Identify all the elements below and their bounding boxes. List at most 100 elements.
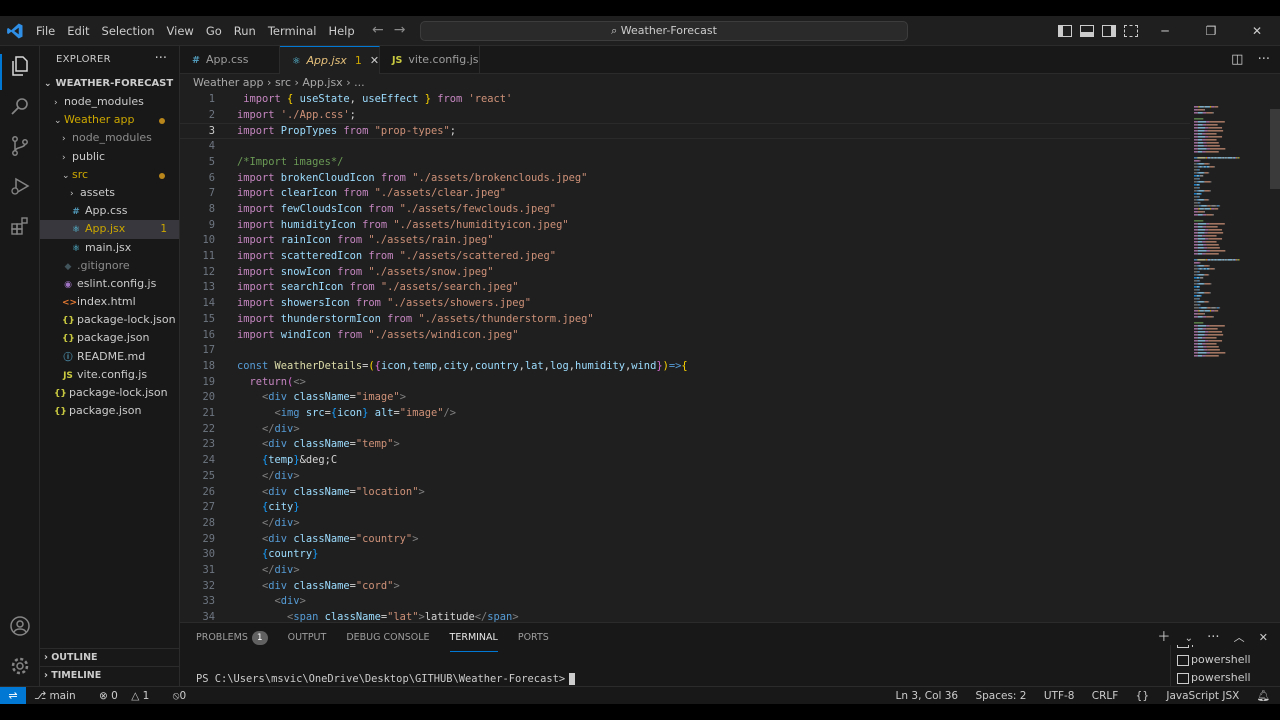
code-line[interactable]: 19 return(<>: [180, 375, 1190, 391]
forward-arrow-icon[interactable]: →: [394, 22, 406, 38]
code-line[interactable]: 9 import humidityIcon from "./assets/humi…: [180, 218, 1190, 234]
code-line[interactable]: 20 <div className="image">: [180, 390, 1190, 406]
workspace-root[interactable]: ⌄ WEATHER-FORECAST: [40, 74, 179, 93]
tree-item[interactable]: ⌄ src: [40, 166, 179, 184]
tab-app-css[interactable]: # App.css: [180, 46, 280, 74]
maximize-panel-icon[interactable]: ︿: [1234, 631, 1245, 644]
menu-item-help[interactable]: Help: [322, 16, 360, 46]
panel-tab-debug-console[interactable]: DEBUG CONSOLE: [346, 623, 429, 653]
cursor-position[interactable]: Ln 3, Col 36: [896, 690, 959, 702]
remote-indicator-icon[interactable]: ⇌: [0, 687, 26, 704]
menu-item-go[interactable]: Go: [200, 16, 228, 46]
minimap[interactable]: [1192, 106, 1270, 366]
tree-item[interactable]: › public: [40, 148, 179, 166]
breadcrumb-item[interactable]: App.jsx: [302, 76, 342, 89]
menu-item-run[interactable]: Run: [228, 16, 262, 46]
minimize-button[interactable]: ─: [1142, 16, 1188, 46]
new-terminal-icon[interactable]: ＋: [1157, 630, 1170, 645]
menu-item-view[interactable]: View: [161, 16, 200, 46]
code-line[interactable]: 23 <div className="temp">: [180, 437, 1190, 453]
tree-item[interactable]: {} package-lock.json: [40, 311, 179, 329]
code-line[interactable]: 33 <div>: [180, 594, 1190, 610]
indentation[interactable]: Spaces: 2: [975, 690, 1026, 702]
code-line[interactable]: 34 <span className="lat">latitude</span>: [180, 610, 1190, 622]
restore-button[interactable]: ❐: [1188, 16, 1234, 46]
code-line[interactable]: 12 import snowIcon from "./assets/snow.jp…: [180, 265, 1190, 281]
code-line[interactable]: 24 {temp}&deg;C: [180, 453, 1190, 469]
code-line[interactable]: 15 import thunderstormIcon from "./assets…: [180, 312, 1190, 328]
close-panel-icon[interactable]: ✕: [1259, 631, 1268, 644]
tree-item[interactable]: ⌄ Weather app: [40, 111, 179, 129]
breadcrumb-item[interactable]: Weather app: [193, 76, 264, 89]
tab-app-jsx[interactable]: ⚛ App.jsx 1 ✕: [280, 46, 380, 74]
split-editor-icon[interactable]: ◫: [1231, 52, 1243, 67]
tree-item[interactable]: ◉ eslint.config.js: [40, 275, 179, 293]
search-view-icon[interactable]: [8, 94, 32, 118]
run-debug-icon[interactable]: [8, 174, 32, 198]
code-line[interactable]: 6 import brokenCloudIcon from "./assets/b…: [180, 171, 1190, 187]
accounts-icon[interactable]: [8, 614, 32, 638]
code-line[interactable]: 18 const WeatherDetails=({icon,temp,city,…: [180, 359, 1190, 375]
code-line[interactable]: 13 import searchIcon from "./assets/searc…: [180, 280, 1190, 296]
code-line[interactable]: 17: [180, 343, 1190, 359]
code-line[interactable]: 25 </div>: [180, 469, 1190, 485]
code-line[interactable]: 8 import fewCloudsIcon from "./assets/few…: [180, 202, 1190, 218]
close-window-button[interactable]: ✕: [1234, 16, 1280, 46]
menu-item-file[interactable]: File: [30, 16, 61, 46]
language-mode[interactable]: {} JavaScript JSX: [1136, 690, 1240, 702]
end-of-line[interactable]: CRLF: [1092, 690, 1119, 702]
tree-item[interactable]: ⚛ App.jsx 1: [40, 220, 179, 239]
editor-scrollbar[interactable]: [1270, 109, 1280, 189]
tree-item[interactable]: ⓘ README.md: [40, 348, 179, 366]
extensions-icon[interactable]: [8, 214, 32, 238]
code-line[interactable]: 29 <div className="country">: [180, 532, 1190, 548]
close-tab-icon[interactable]: ✕: [370, 54, 379, 67]
tab-vite-config-js[interactable]: JS vite.config.js: [380, 46, 480, 74]
tree-item[interactable]: {} package-lock.json: [40, 384, 179, 402]
ports-indicator[interactable]: ⦸0: [173, 690, 197, 702]
code-line[interactable]: 22 </div>: [180, 422, 1190, 438]
panel-tab-terminal[interactable]: TERMINAL: [449, 623, 498, 652]
toggle-secondary-sidebar-icon[interactable]: [1102, 25, 1116, 37]
tree-item[interactable]: # App.css: [40, 202, 179, 220]
code-line[interactable]: 32 <div className="cord">: [180, 579, 1190, 595]
customize-layout-icon[interactable]: [1124, 25, 1138, 37]
terminal-output[interactable]: PS C:\Users\msvic\OneDrive\Desktop\GITHU…: [196, 673, 576, 685]
code-line[interactable]: 7 import clearIcon from "./assets/clear.j…: [180, 186, 1190, 202]
breadcrumb-item[interactable]: src: [275, 76, 291, 89]
back-arrow-icon[interactable]: ←: [372, 22, 384, 38]
command-center-search[interactable]: ⌕ Weather-Forecast: [420, 21, 908, 41]
menu-item-edit[interactable]: Edit: [61, 16, 95, 46]
tree-item[interactable]: JS vite.config.js: [40, 366, 179, 384]
source-control-icon[interactable]: [8, 134, 32, 158]
panel-tab-problems[interactable]: PROBLEMS 1: [196, 623, 268, 653]
code-line[interactable]: 16 import windIcon from "./assets/windico…: [180, 328, 1190, 344]
code-line[interactable]: 30 {country}: [180, 547, 1190, 563]
code-line[interactable]: 28 </div>: [180, 516, 1190, 532]
tree-item[interactable]: › assets: [40, 184, 179, 202]
code-line[interactable]: 27 {city}: [180, 500, 1190, 516]
tree-item[interactable]: {} package.json: [40, 402, 179, 420]
menu-item-selection[interactable]: Selection: [96, 16, 161, 46]
more-actions-icon[interactable]: ···: [155, 46, 167, 72]
tree-item[interactable]: {} package.json: [40, 329, 179, 347]
code-line[interactable]: 2 import './App.css';: [180, 108, 1190, 124]
code-line[interactable]: 1 import { useState, useEffect } from 'r…: [180, 92, 1190, 108]
code-line[interactable]: 4: [180, 139, 1190, 155]
tree-item[interactable]: › node_modules: [40, 93, 179, 111]
menu-item-terminal[interactable]: Terminal: [262, 16, 323, 46]
code-line[interactable]: 21 <img src={icon} alt="image"/>: [180, 406, 1190, 422]
manage-gear-icon[interactable]: [8, 654, 32, 678]
tree-item[interactable]: ◆ .gitignore: [40, 257, 179, 275]
encoding[interactable]: UTF-8: [1044, 690, 1075, 702]
tree-item[interactable]: › node_modules: [40, 129, 179, 147]
tree-item[interactable]: <>index.html: [40, 293, 179, 311]
code-line[interactable]: 3 import PropTypes from "prop-types";: [180, 123, 1190, 140]
outline-section[interactable]: › OUTLINE: [40, 648, 180, 666]
timeline-section[interactable]: › TIMELINE: [40, 666, 180, 684]
chevron-down-icon[interactable]: ⌄: [1185, 633, 1193, 644]
notifications-bell-icon[interactable]: 🔔︎: [1257, 690, 1270, 702]
problems-indicator[interactable]: ⊗ 0 △ 1: [99, 690, 159, 702]
branch-indicator[interactable]: ⎇ main: [34, 690, 86, 702]
code-line[interactable]: 31 </div>: [180, 563, 1190, 579]
